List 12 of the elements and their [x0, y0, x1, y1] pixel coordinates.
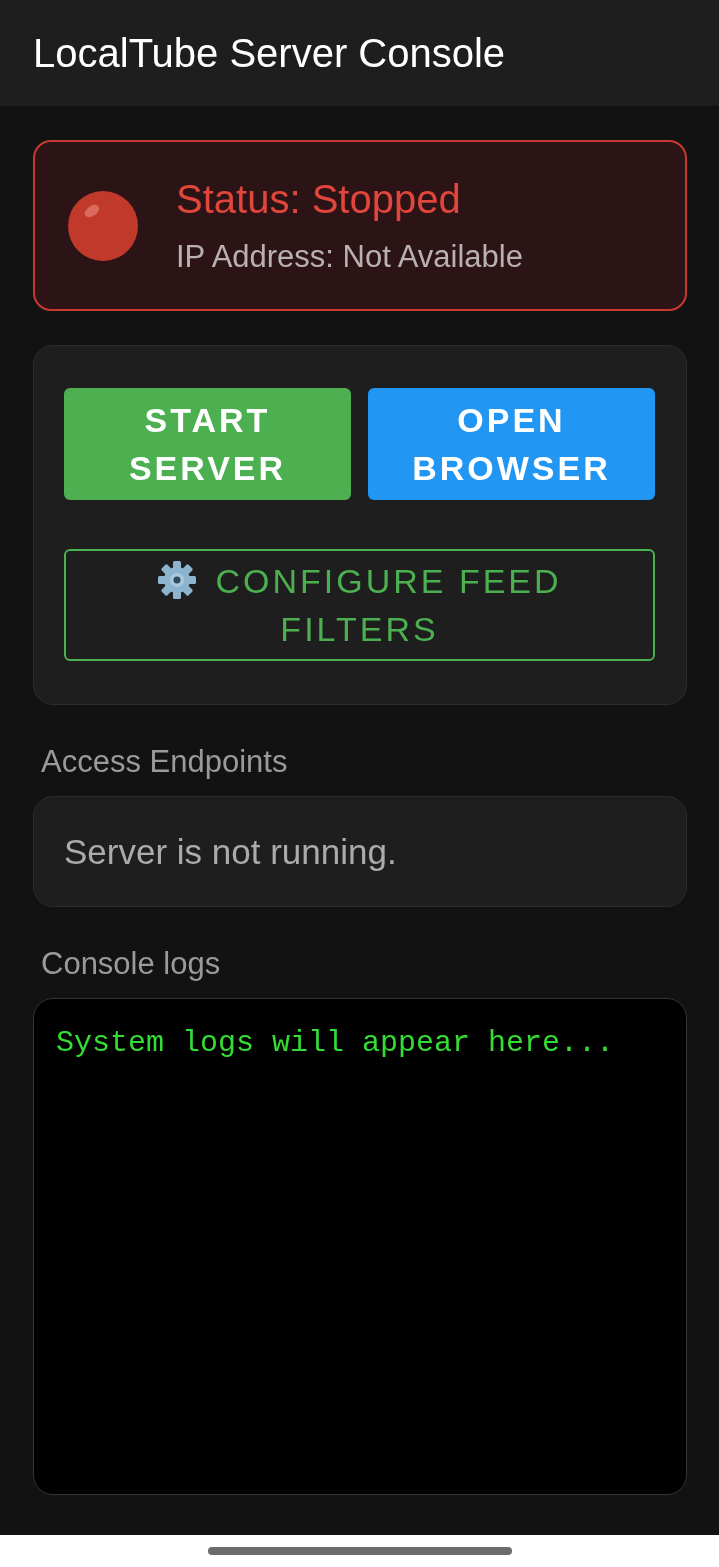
outlined-button[interactable]: CONFIGURE FEED FILTERS — [64, 549, 655, 661]
status-dot-icon — [68, 190, 138, 261]
status-title: Status: Stopped — [176, 176, 462, 223]
action-button[interactable]: OPEN BROWSER — [368, 388, 655, 500]
endpoints-message: Server is not running. — [64, 831, 397, 872]
home-indicator[interactable] — [207, 1547, 512, 1555]
action-button[interactable]: START SERVER — [64, 388, 351, 500]
section-label: Access Endpoints — [41, 743, 288, 781]
section-label: Console logs — [41, 945, 221, 983]
log-line: System logs will appear here... — [56, 1025, 615, 1062]
app-title: LocalTube Server Console — [33, 30, 506, 76]
ip-address-text: IP Address: Not Available — [176, 238, 523, 276]
